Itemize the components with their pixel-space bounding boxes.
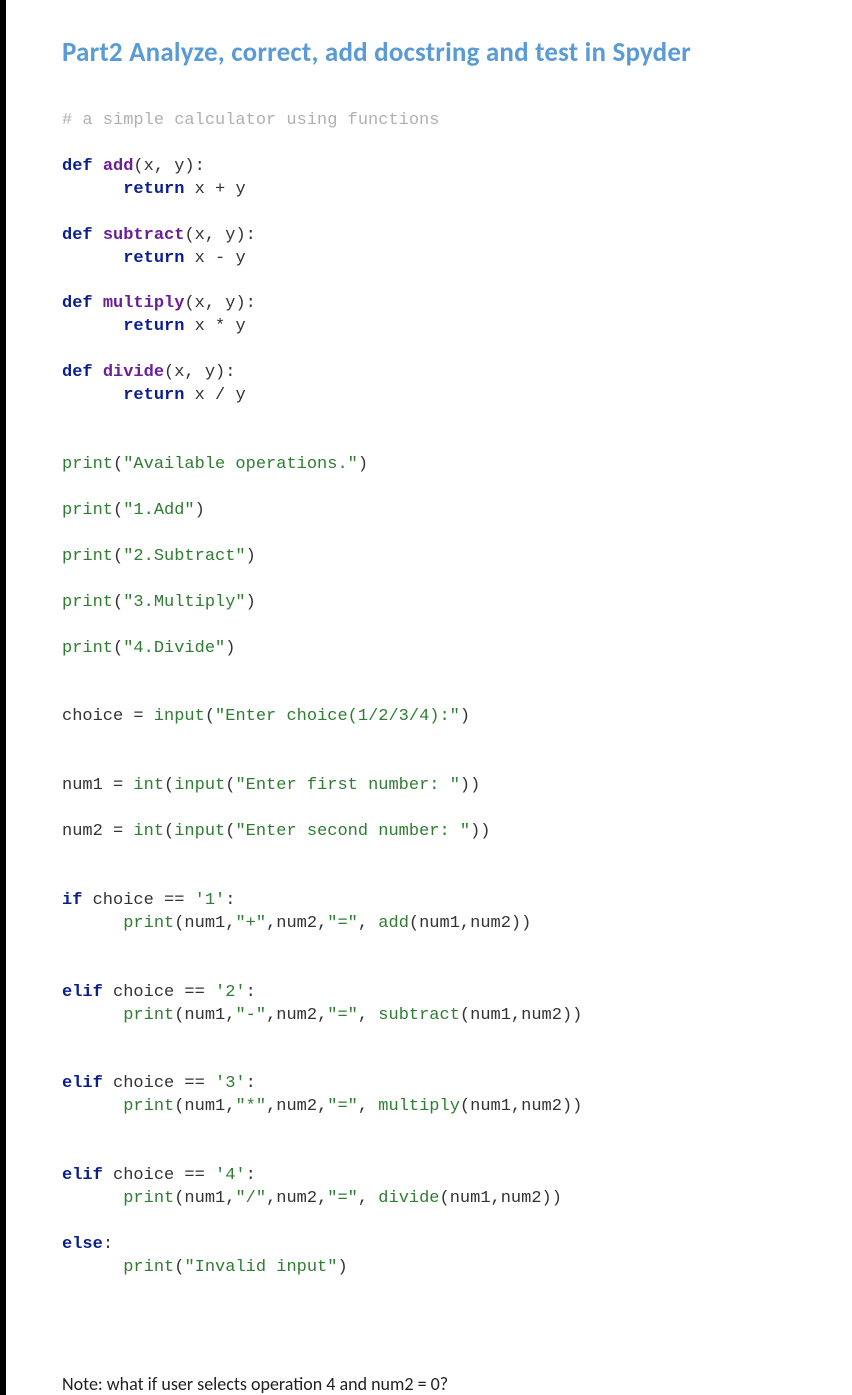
num1-assign: num1 = int(input("Enter first number: ")… xyxy=(62,775,852,798)
elif-choice-2: elif choice == '2': print(num1,"-",num2,… xyxy=(62,982,852,1028)
func-def-divide: def divide(x, y): return x / y xyxy=(62,362,852,408)
document-page: Part2 Analyze, correct, add docstring an… xyxy=(6,0,852,1395)
else-branch: else: print("Invalid input") xyxy=(62,1234,852,1280)
num2-assign: num2 = int(input("Enter second number: "… xyxy=(62,821,852,844)
choice-assign: choice = input("Enter choice(1/2/3/4):") xyxy=(62,706,852,729)
print-available: print("Available operations.") xyxy=(62,454,852,477)
func-def-add: def add(x, y): return x + y xyxy=(62,156,852,202)
code-block: # a simple calculator using functions de… xyxy=(62,87,852,1303)
footer-note: Note: what if user selects operation 4 a… xyxy=(62,1373,852,1395)
if-choice-1: if choice == '1': print(num1,"+",num2,"=… xyxy=(62,890,852,936)
func-def-multiply: def multiply(x, y): return x * y xyxy=(62,293,852,339)
print-opt4: print("4.Divide") xyxy=(62,638,852,661)
print-opt2: print("2.Subtract") xyxy=(62,546,852,569)
elif-choice-3: elif choice == '3': print(num1,"*",num2,… xyxy=(62,1073,852,1119)
elif-choice-4: elif choice == '4': print(num1,"/",num2,… xyxy=(62,1165,852,1211)
print-opt3: print("3.Multiply") xyxy=(62,592,852,615)
page-title: Part2 Analyze, correct, add docstring an… xyxy=(62,36,852,69)
print-opt1: print("1.Add") xyxy=(62,500,852,523)
code-comment: # a simple calculator using functions xyxy=(62,111,439,130)
func-def-subtract: def subtract(x, y): return x - y xyxy=(62,225,852,271)
